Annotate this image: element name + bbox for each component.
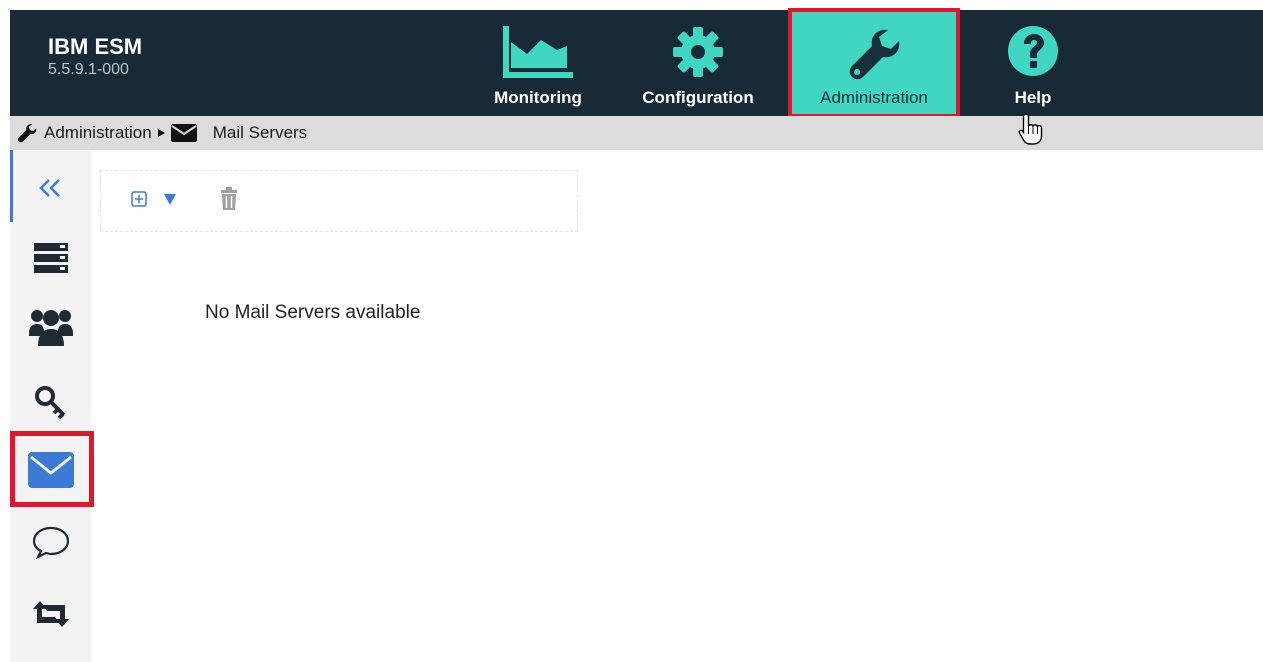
empty-state-message: No Mail Servers available — [205, 302, 421, 323]
caret-down-icon — [164, 194, 176, 205]
speech-bubble-icon — [32, 526, 69, 559]
plus-square-icon — [131, 191, 147, 207]
retweet-icon — [32, 601, 69, 627]
app-version: 5.5.9.1-000 — [48, 61, 129, 78]
wrench-icon — [18, 124, 37, 143]
help-icon — [1008, 26, 1058, 76]
users-icon — [28, 310, 73, 346]
server-icon — [33, 243, 68, 273]
breadcrumb-administration[interactable]: Administration — [44, 123, 152, 143]
breadcrumb-mail-servers: Mail Servers — [212, 123, 308, 142]
sidebar-item-servers[interactable] — [10, 238, 91, 278]
double-chevron-left-icon — [38, 179, 60, 197]
key-icon — [34, 386, 65, 419]
hand-pointer-cursor-icon — [1018, 113, 1043, 145]
gear-icon — [673, 27, 723, 77]
caret-right-icon — [157, 129, 165, 137]
nav-monitoring[interactable]: Monitoring — [484, 10, 592, 116]
sidebar-item-keys[interactable] — [10, 380, 91, 424]
nav-configuration[interactable]: Configuration — [628, 10, 768, 116]
mail-servers-highlight — [10, 431, 94, 507]
sidebar-item-sync[interactable] — [10, 596, 91, 632]
top-navigation-bar: IBM ESM 5.5.9.1-000 Monitoring Configura… — [10, 8, 1263, 118]
nav-administration[interactable]: Administration — [788, 8, 960, 118]
nav-configuration-label: Configuration — [642, 88, 754, 107]
wrench-icon — [849, 29, 900, 80]
envelope-icon — [170, 124, 197, 142]
nav-monitoring-label: Monitoring — [494, 88, 582, 107]
brand: IBM ESM 5.5.9.1-000 — [48, 34, 142, 80]
add-button[interactable] — [131, 191, 147, 212]
trash-icon — [221, 187, 237, 210]
sidebar-item-users[interactable] — [10, 302, 91, 350]
left-sidebar — [10, 150, 91, 662]
breadcrumb: Administration Mail Servers — [10, 116, 1263, 150]
nav-administration-label: Administration — [820, 88, 928, 107]
collapse-sidebar-button[interactable] — [10, 170, 91, 206]
add-dropdown-toggle[interactable] — [163, 192, 177, 211]
chart-area-icon — [503, 26, 573, 78]
nav-help[interactable]: Help — [1000, 10, 1066, 116]
app-name: IBM ESM — [48, 34, 143, 59]
sidebar-item-messages[interactable] — [10, 522, 91, 562]
delete-button[interactable] — [219, 187, 239, 216]
mail-servers-toolbar — [100, 170, 578, 232]
